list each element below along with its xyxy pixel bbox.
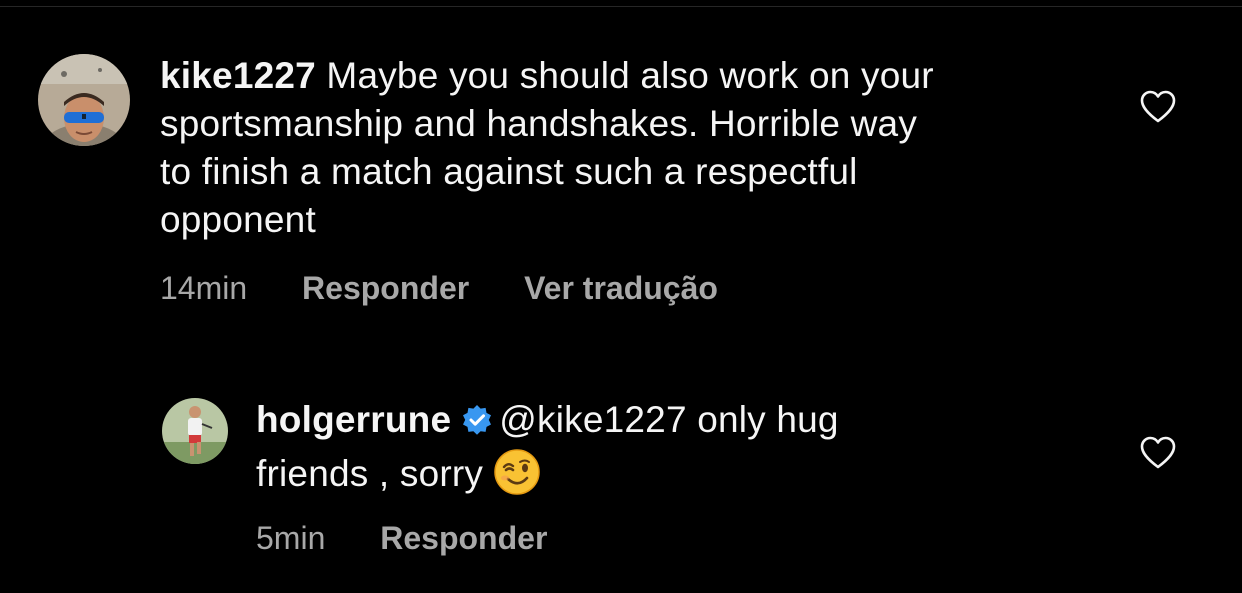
- comment-line-text: only hug: [697, 399, 839, 440]
- timestamp: 5min: [256, 520, 326, 556]
- mention-link[interactable]: @kike1227: [499, 399, 686, 440]
- username[interactable]: kike1227: [160, 55, 316, 96]
- comment-meta: 14min Responder Ver tradução: [160, 270, 718, 307]
- comment-text: kike1227 Maybe you should also work on y…: [160, 52, 1140, 244]
- comment-text: holgerrune @kike1227 only hug friends , s…: [256, 396, 1116, 508]
- top-divider: [0, 6, 1242, 7]
- heart-outline-icon: [1140, 436, 1176, 469]
- translate-button[interactable]: Ver tradução: [524, 270, 718, 306]
- timestamp: 14min: [160, 270, 248, 306]
- comment-line: to finish a match against such a respect…: [160, 151, 858, 192]
- comment-line: kike1227 Maybe you should also work on y…: [160, 52, 1140, 100]
- comment-line-text: friends , sorry: [256, 453, 484, 494]
- avatar[interactable]: [162, 398, 228, 464]
- comment-line-text: Maybe you should also work on your: [326, 55, 934, 96]
- like-button[interactable]: [1140, 436, 1176, 475]
- verified-badge-icon: [461, 400, 493, 448]
- username[interactable]: holgerrune: [256, 399, 451, 440]
- like-button[interactable]: [1140, 90, 1176, 129]
- comment-line: opponent: [160, 199, 316, 240]
- reply-button[interactable]: Responder: [380, 520, 547, 556]
- profile-photo-sunglasses-icon: [38, 54, 130, 146]
- heart-outline-icon: [1140, 90, 1176, 123]
- profile-photo-tennis-player-icon: [162, 398, 228, 464]
- avatar[interactable]: [38, 54, 130, 146]
- comment-line: friends , sorry: [256, 448, 1116, 508]
- comment-line: sportsmanship and handshakes. Horrible w…: [160, 103, 918, 144]
- comment-line: holgerrune @kike1227 only hug: [256, 396, 1116, 448]
- comment-meta: 5min Responder: [256, 520, 547, 557]
- winking-face-icon: [493, 448, 541, 508]
- reply-button[interactable]: Responder: [302, 270, 469, 306]
